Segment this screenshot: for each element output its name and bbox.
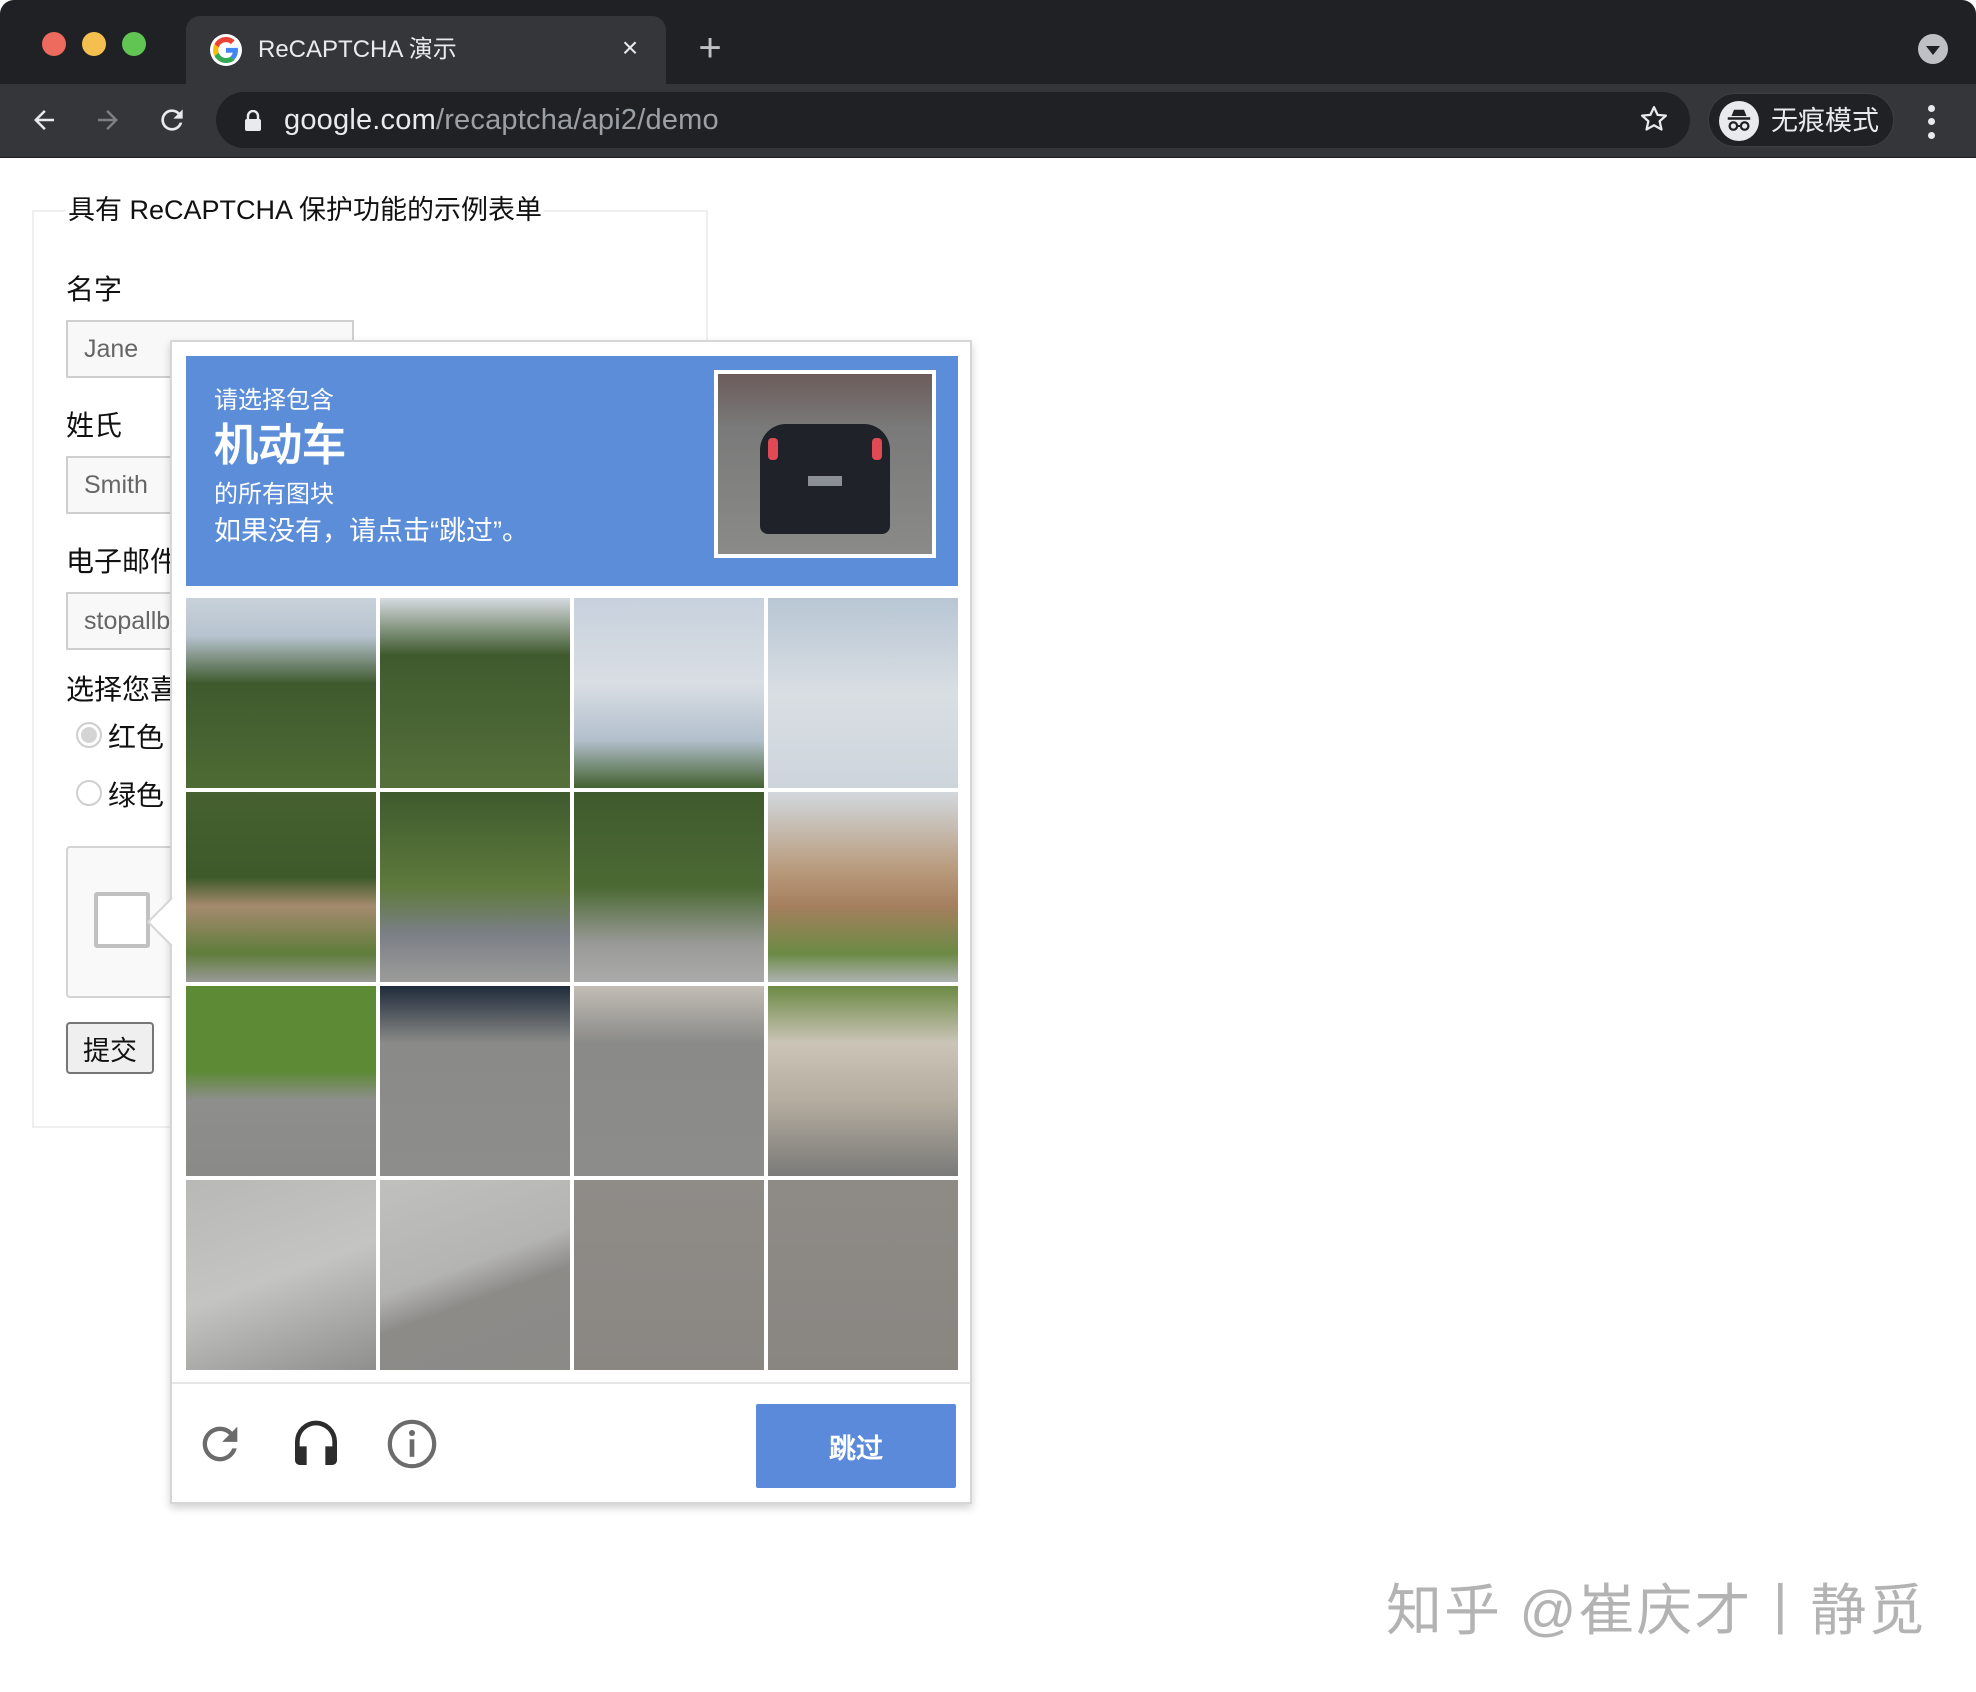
toolbar: google.com/recaptcha/api2/demo 无痕模式 — [0, 84, 1976, 158]
challenge-tile-r3-c4[interactable] — [768, 986, 958, 1176]
challenge-tile-r2-c2[interactable] — [380, 792, 570, 982]
maximize-window-button[interactable] — [122, 32, 146, 56]
challenge-tile-r2-c4[interactable] — [768, 792, 958, 982]
car-taillight — [768, 438, 778, 460]
challenge-image-grid — [186, 598, 958, 1370]
help-info-button[interactable] — [384, 1416, 440, 1472]
audio-challenge-button[interactable] — [288, 1416, 344, 1472]
challenge-tile-r1-c1[interactable] — [186, 598, 376, 788]
title-bar: ReCAPTCHA 演示 × + — [0, 0, 1976, 84]
google-g-icon — [210, 34, 242, 66]
bookmark-star-icon[interactable] — [1638, 104, 1670, 136]
tab-title: ReCAPTCHA 演示 — [258, 36, 457, 63]
reload-challenge-button[interactable] — [192, 1416, 248, 1472]
url-path: /recaptcha/api2/demo — [435, 104, 719, 136]
challenge-skip-hint: 如果没有，请点击“跳过”。 — [214, 516, 529, 546]
radio-red[interactable] — [76, 722, 102, 748]
last-name-label: 姓氏 — [66, 410, 123, 441]
forward-button[interactable] — [86, 98, 130, 142]
incognito-profile-button[interactable]: 无痕模式 — [1708, 93, 1894, 147]
watermark-text: 知乎 @崔庆才丨静觅 — [1386, 1579, 1927, 1642]
challenge-tile-r2-c3[interactable] — [574, 792, 764, 982]
submit-button[interactable]: 提交 — [66, 1022, 154, 1074]
footer-divider — [172, 1382, 970, 1384]
lock-icon[interactable] — [244, 110, 262, 132]
reload-icon — [202, 1426, 238, 1462]
reload-icon — [161, 109, 183, 131]
info-icon — [387, 1419, 437, 1469]
menu-dot — [1927, 118, 1935, 126]
car-plate — [808, 476, 842, 486]
challenge-tile-r3-c3[interactable] — [574, 986, 764, 1176]
reload-button[interactable] — [150, 98, 194, 142]
car-taillight — [872, 438, 882, 460]
incognito-icon — [1719, 101, 1759, 141]
challenge-tile-r3-c1[interactable] — [186, 986, 376, 1176]
url-host: google.com — [284, 104, 436, 136]
menu-dot — [1927, 131, 1935, 139]
new-tab-button[interactable]: + — [690, 28, 730, 68]
url-text[interactable]: google.com/recaptcha/api2/demo — [284, 102, 719, 138]
recaptcha-challenge-dialog: 请选择包含 机动车 的所有图块 如果没有，请点击“跳过”。 跳过 — [170, 340, 972, 1504]
headphones-icon — [295, 1420, 337, 1465]
close-window-button[interactable] — [42, 32, 66, 56]
challenge-tile-r4-c2[interactable] — [380, 1180, 570, 1370]
challenge-tile-r1-c3[interactable] — [574, 598, 764, 788]
tab-close-icon[interactable]: × — [614, 32, 646, 64]
challenge-tile-r4-c4[interactable] — [768, 1180, 958, 1370]
challenge-tile-r1-c4[interactable] — [768, 598, 958, 788]
address-bar[interactable]: google.com/recaptcha/api2/demo — [216, 92, 1690, 148]
email-label: 电子邮件 — [66, 546, 179, 577]
challenge-target-object: 机动车 — [214, 421, 346, 470]
challenge-tile-r4-c1[interactable] — [186, 1180, 376, 1370]
menu-dot — [1927, 105, 1935, 113]
browser-window: ReCAPTCHA 演示 × + google.com/recaptcha/ap… — [0, 0, 1976, 1692]
car-rear — [760, 424, 890, 534]
challenge-tile-r3-c2[interactable] — [380, 986, 570, 1176]
challenge-header: 请选择包含 机动车 的所有图块 如果没有，请点击“跳过”。 — [186, 356, 958, 586]
first-name-label: 名字 — [66, 274, 123, 305]
challenge-tile-r4-c3[interactable] — [574, 1180, 764, 1370]
challenge-instruction-suffix: 的所有图块 — [214, 481, 334, 508]
incognito-label: 无痕模式 — [1771, 106, 1879, 136]
challenge-instruction-prefix: 请选择包含 — [214, 387, 334, 414]
radio-red-label[interactable]: 红色 — [108, 718, 164, 758]
sample-car-image — [714, 370, 936, 558]
back-button[interactable] — [22, 98, 66, 142]
challenge-tile-r1-c2[interactable] — [380, 598, 570, 788]
challenge-tile-r2-c1[interactable] — [186, 792, 376, 982]
tab-search-button[interactable] — [1918, 34, 1948, 64]
form-legend: 具有 ReCAPTCHA 保护功能的示例表单 — [66, 190, 545, 230]
skip-button[interactable]: 跳过 — [756, 1404, 956, 1488]
arrow-left-icon — [34, 110, 54, 130]
browser-menu-button[interactable] — [1916, 102, 1946, 142]
radio-green-label[interactable]: 绿色 — [108, 776, 164, 816]
recaptcha-checkbox[interactable] — [94, 892, 150, 948]
minimize-window-button[interactable] — [82, 32, 106, 56]
arrow-right-icon — [98, 110, 118, 130]
dialog-pointer-arrow — [146, 897, 173, 947]
browser-tab-active[interactable]: ReCAPTCHA 演示 × — [186, 16, 666, 84]
radio-green[interactable] — [76, 780, 102, 806]
